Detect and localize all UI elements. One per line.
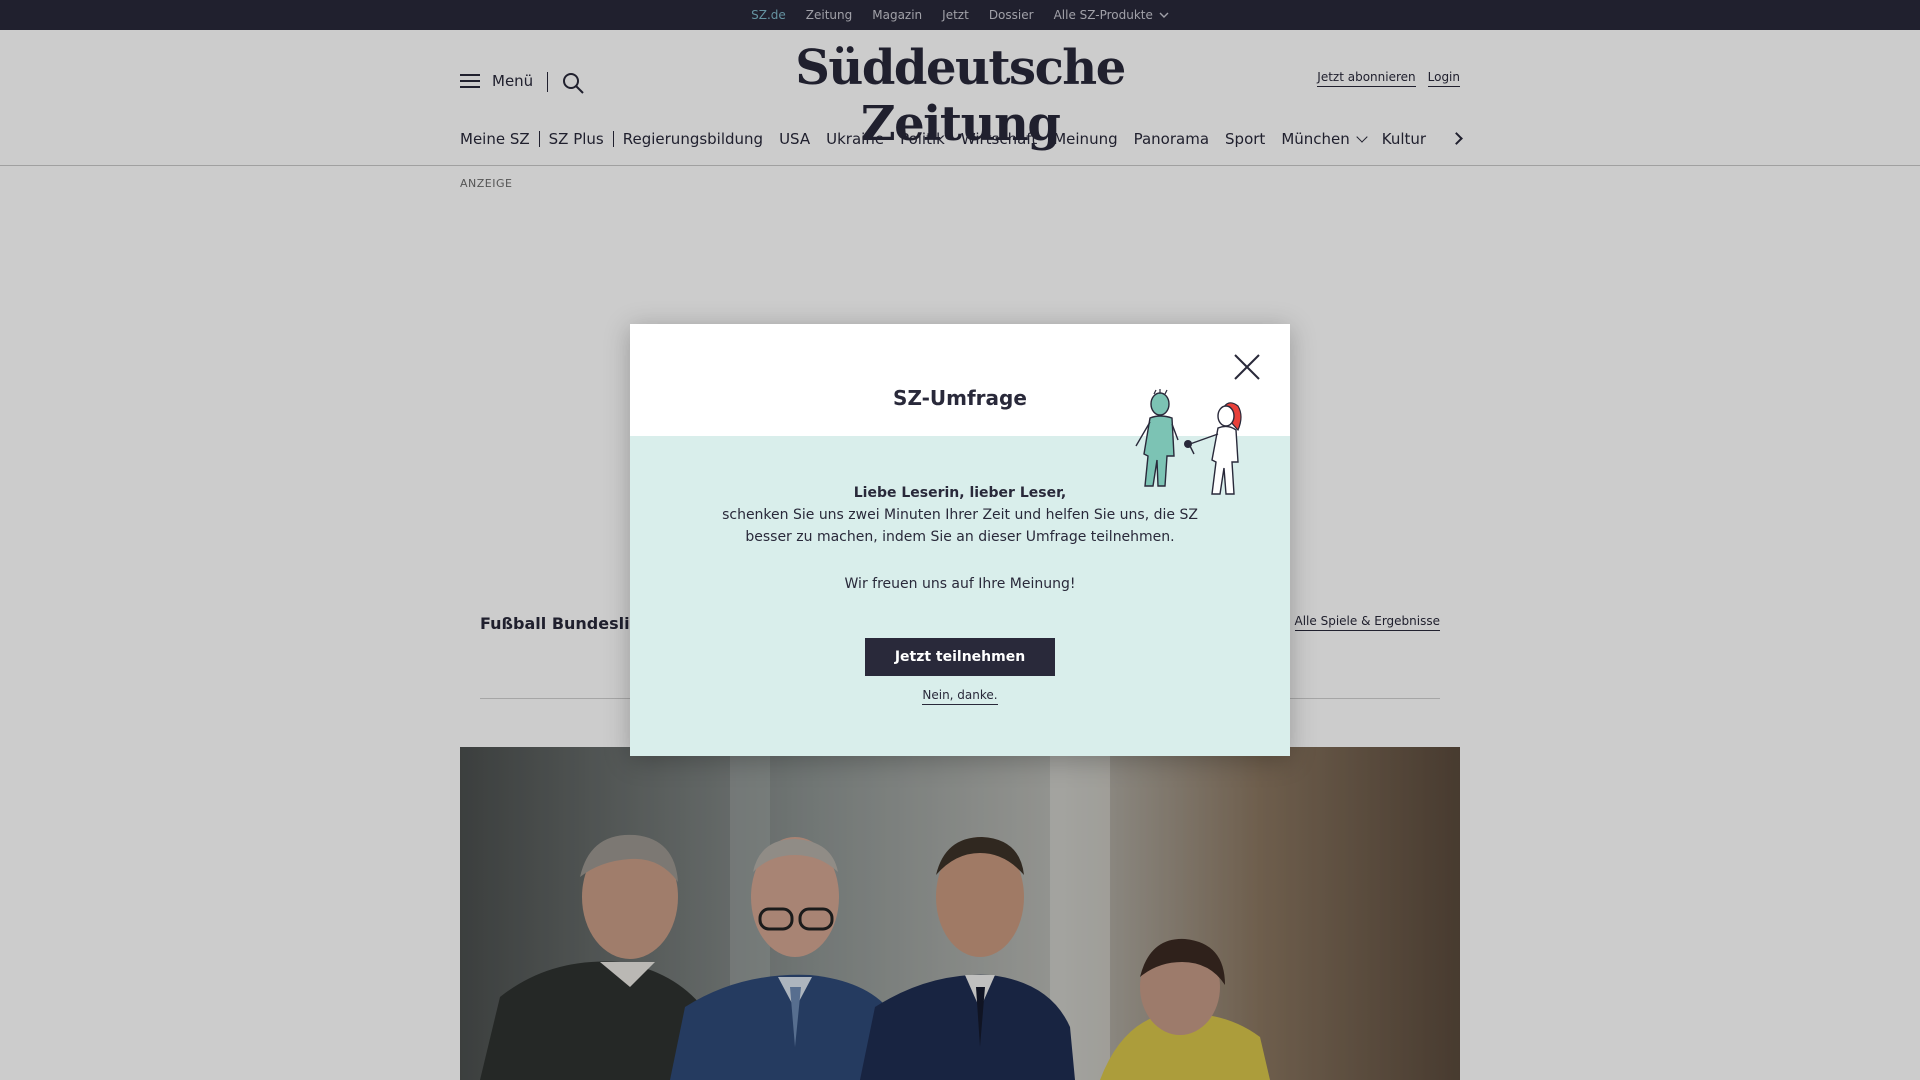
survey-message: Liebe Leserin, lieber Leser, schenken Si…	[710, 482, 1210, 595]
decline-link[interactable]: Nein, danke.	[922, 688, 998, 705]
survey-greeting: Liebe Leserin, lieber Leser,	[853, 485, 1067, 501]
survey-thanks: Wir freuen uns auf Ihre Meinung!	[844, 576, 1076, 592]
decline-wrapper: Nein, danke.	[630, 688, 1290, 705]
survey-modal: SZ-Umfrage Liebe Leserin, lieber Leser, …	[630, 324, 1290, 756]
close-icon[interactable]	[1232, 352, 1262, 382]
survey-text-line-1: schenken Sie uns zwei Minuten Ihrer Zeit…	[722, 507, 1198, 523]
survey-text-line-2: besser zu machen, indem Sie an dieser Um…	[745, 529, 1175, 545]
take-survey-button[interactable]: Jetzt teilnehmen	[865, 638, 1055, 676]
